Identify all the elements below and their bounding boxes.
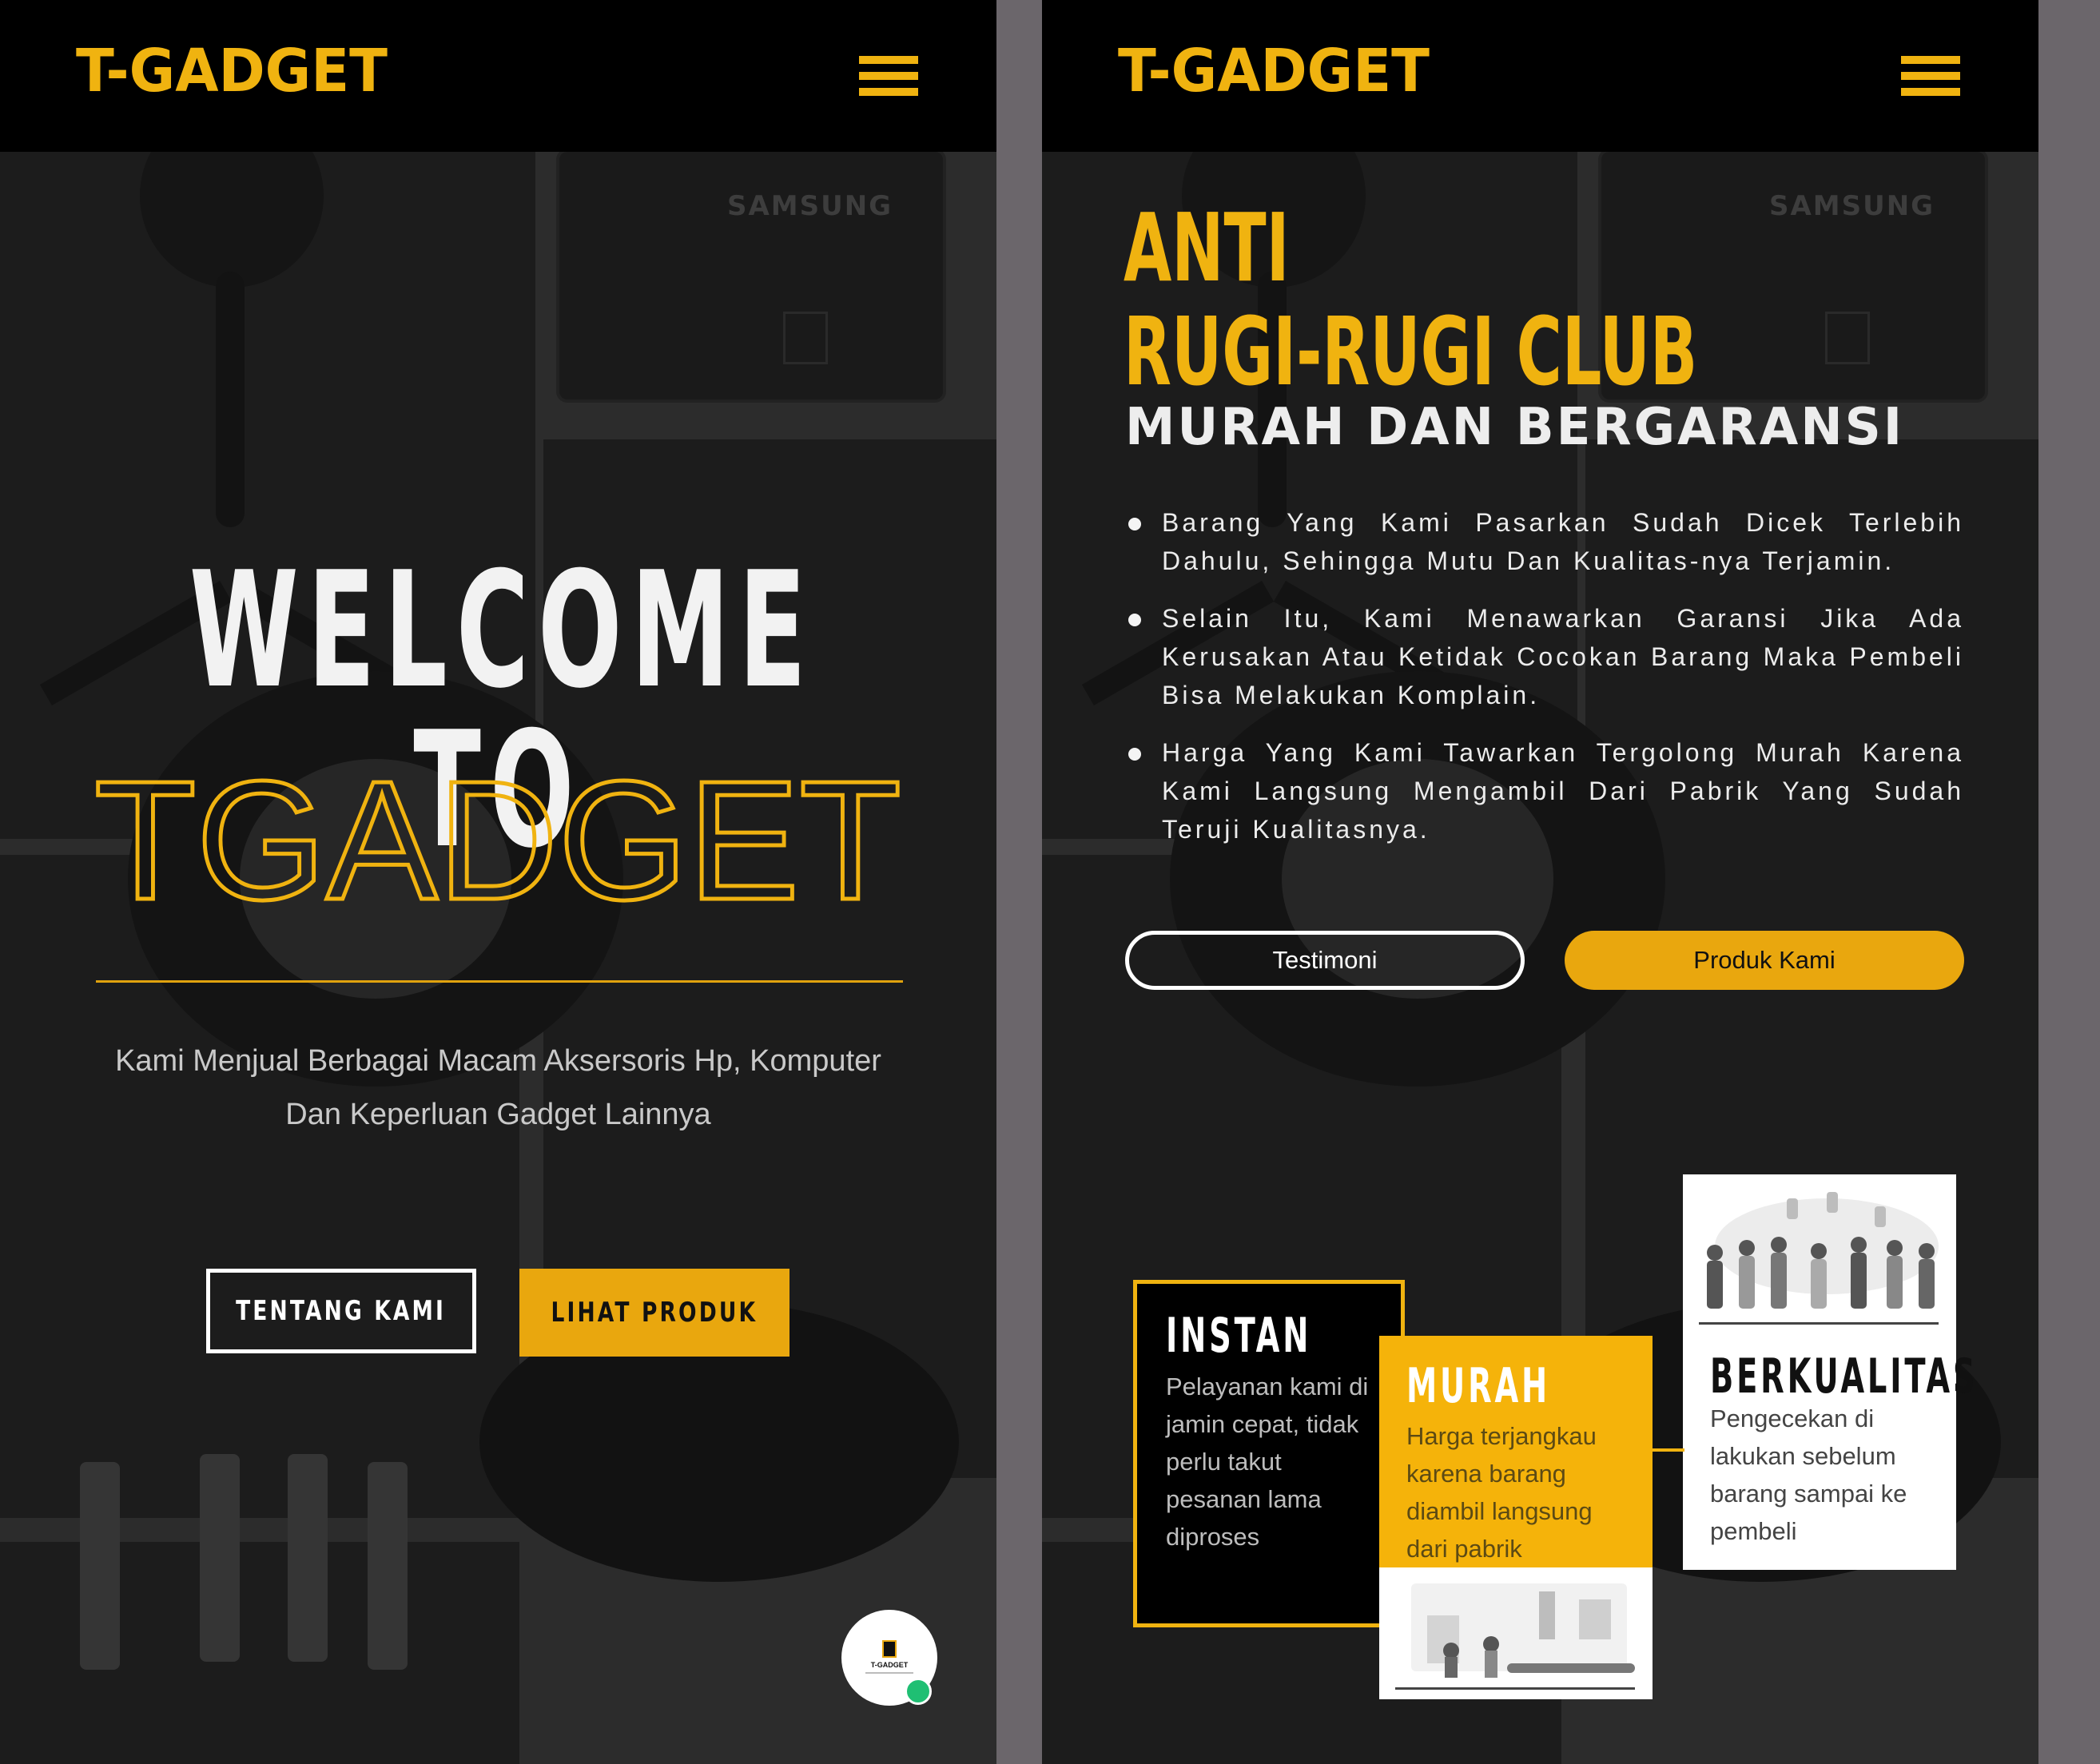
about-us-label: TENTANG KAMI <box>236 1295 447 1327</box>
ssd-brand-label: SAMSUNG <box>1769 190 1935 222</box>
svg-text:TGADGET: TGADGET <box>94 759 901 919</box>
right-screen: SAMSUNG T-GADGET ANTI RUGI-RUGI CLUB MUR… <box>1042 0 2038 1764</box>
ssd-brand-label: SAMSUNG <box>727 190 893 222</box>
feature-card-cheap: MURAH Harga terjangkau karena barang dia… <box>1379 1336 1653 1567</box>
feature-title: INSTAN <box>1166 1308 1312 1364</box>
factory-illustration <box>1379 1567 1653 1699</box>
view-products-label: LIHAT PRODUK <box>551 1297 758 1329</box>
feature-text: Pengecekan di lakukan sebelum barang sam… <box>1710 1404 1907 1545</box>
hamburger-menu-icon[interactable] <box>859 56 918 97</box>
benefit-item: Selain Itu, Kami Menawarkan Garansi Jika… <box>1125 599 1964 714</box>
promo-subheading: MURAH DAN BERGARANSI <box>1125 398 1905 457</box>
hamburger-menu-icon[interactable] <box>1901 56 1960 97</box>
testimonials-button[interactable]: Testimoni <box>1125 931 1525 990</box>
svg-text:T-GADGET: T-GADGET <box>1118 40 1430 104</box>
tagline-line-1: Kami Menjual Berbagai Macam Aksersoris H… <box>115 1044 881 1078</box>
hero-background: SAMSUNG <box>0 152 996 1764</box>
promo-heading-line-2: RUGI-RUGI CLUB <box>1124 296 1698 407</box>
feature-card-instant: INSTAN Pelayanan kami di jamin cepat, ti… <box>1133 1280 1405 1627</box>
t-gadget-logo[interactable]: T-GADGET <box>76 40 396 104</box>
t-gadget-logo[interactable]: T-GADGET <box>1118 40 1438 104</box>
benefit-item: Barang Yang Kami Pasarkan Sudah Dicek Te… <box>1125 503 1964 580</box>
hero-divider <box>96 980 903 983</box>
feature-title: MURAH <box>1406 1358 1551 1414</box>
online-status-dot <box>905 1678 932 1705</box>
hero-tagline: Kami Menjual Berbagai Macam Aksersoris H… <box>76 1035 921 1142</box>
feature-title: BERKUALITAS <box>1710 1349 1979 1404</box>
promo-heading: ANTI RUGI-RUGI CLUB <box>1124 196 1697 403</box>
left-screen: SAMSUNG T-GADGET WELCOME TO TGADGET Kami… <box>0 0 996 1764</box>
feature-text: Pelayanan kami di jamin cepat, tidak per… <box>1166 1373 1369 1551</box>
chat-avatar-icon: T-GADGET <box>865 1640 913 1674</box>
top-navbar: T-GADGET <box>1042 0 2038 152</box>
svg-text:T-GADGET: T-GADGET <box>76 40 388 104</box>
ssd-product-photo: SAMSUNG <box>559 152 943 399</box>
view-products-button[interactable]: LIHAT PRODUK <box>519 1269 789 1357</box>
our-products-button[interactable]: Produk Kami <box>1565 931 1964 990</box>
chat-avatar-logo-text: T-GADGET <box>870 1661 909 1669</box>
about-us-button[interactable]: TENTANG KAMI <box>206 1269 476 1353</box>
feature-text: Harga terjangkau karena barang diambil l… <box>1406 1422 1597 1563</box>
top-navbar: T-GADGET <box>0 0 996 152</box>
feature-connector <box>1651 1448 1684 1452</box>
feature-card-quality: BERKUALITAS Pengecekan di lakukan sebelu… <box>1683 1174 1975 1570</box>
promo-heading-line-1: ANTI <box>1124 193 1290 303</box>
benefits-list: Barang Yang Kami Pasarkan Sudah Dicek Te… <box>1125 503 1964 868</box>
team-illustration <box>1699 1192 1939 1325</box>
benefit-item: Harga Yang Kami Tawarkan Tergolong Murah… <box>1125 733 1964 848</box>
hero-brand-outline-title: TGADGET <box>94 759 904 919</box>
tagline-line-2: Dan Keperluan Gadget Lainnya <box>285 1098 711 1131</box>
